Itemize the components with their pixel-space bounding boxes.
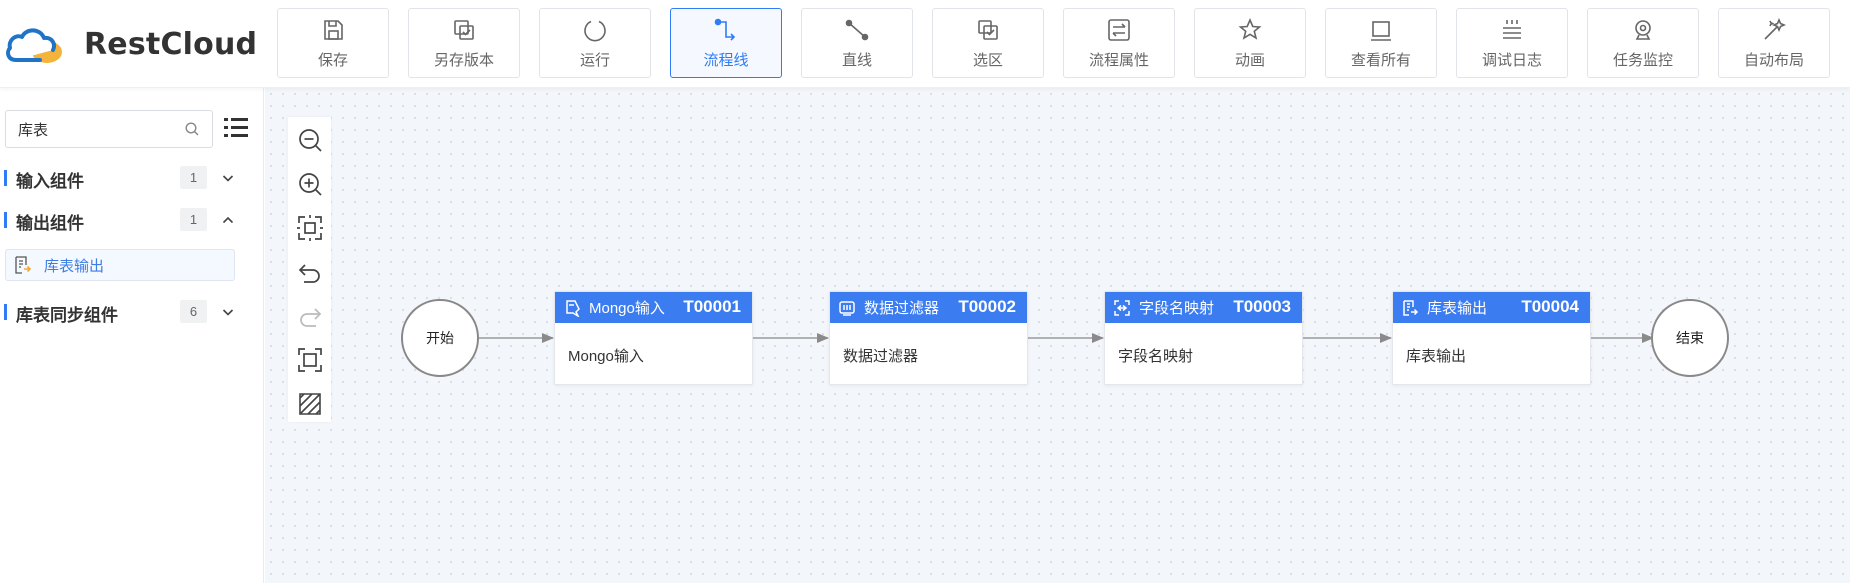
selection-icon <box>975 17 1001 43</box>
group-accent-bar <box>4 212 7 228</box>
animation-icon <box>1237 17 1263 43</box>
group-accent-bar <box>4 170 7 186</box>
run-icon <box>582 17 608 43</box>
undo-icon <box>298 264 320 283</box>
undo-button[interactable] <box>296 258 324 286</box>
group-count-badge: 1 <box>180 166 207 189</box>
search-icon[interactable] <box>184 121 200 137</box>
debug-log-button[interactable]: 调试日志 <box>1456 8 1568 78</box>
actual-size-button[interactable] <box>296 346 324 374</box>
save-icon <box>320 17 346 43</box>
flow-node-t00003[interactable]: 字段名映射 T00003 字段名映射 <box>1104 291 1303 385</box>
save-version-button[interactable]: 另存版本 <box>408 8 520 78</box>
zoom-in-icon <box>299 173 322 196</box>
group-output-components[interactable]: 输出组件 1 <box>0 207 264 233</box>
flow-canvas[interactable] <box>265 88 1850 583</box>
filter-icon <box>839 300 855 316</box>
fit-view-icon <box>297 215 323 241</box>
zoom-out-icon <box>299 129 322 152</box>
top-bar: RestCloud 保存 另存版本 运行 流程线 直线 选区 流程属性 动画 查… <box>0 0 1850 88</box>
group-accent-bar <box>4 304 7 320</box>
view-all-button[interactable]: 查看所有 <box>1325 8 1437 78</box>
run-button[interactable]: 运行 <box>539 8 651 78</box>
group-count-badge: 1 <box>180 208 207 231</box>
auto-layout-icon <box>1761 17 1787 43</box>
zoom-out-button[interactable] <box>296 126 324 154</box>
flow-node-t00002[interactable]: 数据过滤器 T00002 数据过滤器 <box>829 291 1028 385</box>
flow-node-t00004[interactable]: 库表输出 T00004 库表输出 <box>1392 291 1591 385</box>
animation-button[interactable]: 动画 <box>1194 8 1306 78</box>
logo-text: RestCloud <box>84 26 258 62</box>
process-properties-icon <box>1106 17 1132 43</box>
save-button[interactable]: 保存 <box>277 8 389 78</box>
view-all-icon <box>1368 17 1394 43</box>
group-count-badge: 6 <box>180 300 207 323</box>
node-header: 数据过滤器 T00002 <box>830 292 1027 323</box>
table-output-icon <box>1403 299 1419 316</box>
grid-toggle-button[interactable] <box>296 390 324 418</box>
auto-layout-button[interactable]: 自动布局 <box>1718 8 1830 78</box>
node-header: 字段名映射 T00003 <box>1105 292 1302 323</box>
node-body: 数据过滤器 <box>843 348 919 365</box>
component-sidebar: 输入组件 1 输出组件 1 库表输出 库表同步组件 6 <box>0 88 264 583</box>
mongo-icon <box>566 299 580 317</box>
node-body: Mongo输入 <box>568 348 644 365</box>
group-input-components[interactable]: 输入组件 1 <box>0 165 264 191</box>
node-header: Mongo输入 T00001 <box>555 292 752 323</box>
selection-button[interactable]: 选区 <box>932 8 1044 78</box>
flow-node-t00001[interactable]: Mongo输入 T00001 Mongo输入 <box>554 291 753 385</box>
debug-log-icon <box>1499 17 1525 43</box>
fit-view-button[interactable] <box>296 214 324 242</box>
zoom-in-button[interactable] <box>296 170 324 198</box>
node-id: T00003 <box>1233 297 1291 316</box>
node-body: 库表输出 <box>1406 348 1467 365</box>
process-properties-button[interactable]: 流程属性 <box>1063 8 1175 78</box>
flow-line-button[interactable]: 流程线 <box>670 8 782 78</box>
start-node[interactable]: 开始 <box>401 299 479 377</box>
component-search <box>5 110 213 148</box>
node-id: T00004 <box>1521 297 1579 316</box>
node-id: T00001 <box>683 297 741 316</box>
chevron-down-icon[interactable] <box>221 305 235 319</box>
save-version-icon <box>451 17 477 43</box>
straight-line-icon <box>844 17 870 43</box>
actual-size-icon <box>298 348 322 372</box>
mapping-icon <box>1114 299 1130 316</box>
logo: RestCloud <box>4 22 257 66</box>
component-item-table-output[interactable]: 库表输出 <box>5 249 235 281</box>
task-monitor-button[interactable]: 任务监控 <box>1587 8 1699 78</box>
node-body: 字段名映射 <box>1118 348 1194 365</box>
table-output-icon <box>15 256 32 274</box>
chevron-up-icon[interactable] <box>221 213 235 227</box>
straight-line-button[interactable]: 直线 <box>801 8 913 78</box>
end-node[interactable]: 结束 <box>1651 299 1729 377</box>
hatch-grid-icon <box>299 393 321 415</box>
redo-button[interactable] <box>296 302 324 330</box>
canvas-toolbar <box>288 117 331 422</box>
node-header: 库表输出 T00004 <box>1393 292 1590 323</box>
task-monitor-icon <box>1630 17 1656 43</box>
redo-icon <box>300 308 322 327</box>
group-table-sync-components[interactable]: 库表同步组件 6 <box>0 299 264 325</box>
list-view-icon[interactable] <box>223 115 249 141</box>
node-id: T00002 <box>958 297 1016 316</box>
cloud-logo-icon <box>6 28 62 63</box>
search-input[interactable] <box>18 120 168 138</box>
chevron-down-icon[interactable] <box>221 171 235 185</box>
flow-line-icon <box>713 17 739 43</box>
